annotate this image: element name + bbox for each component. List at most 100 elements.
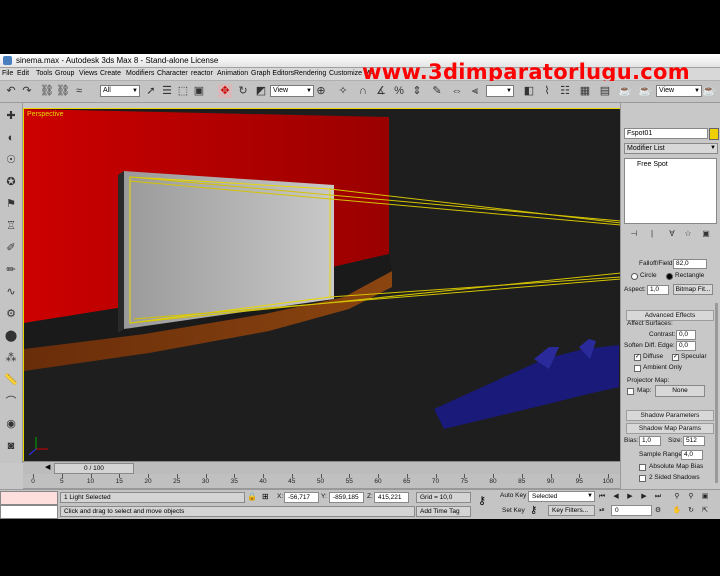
go-to-end-icon[interactable]: ⏭ [653,492,663,501]
gear-icon[interactable]: ⚙ [4,307,18,321]
viewport-label[interactable]: Perspective [27,111,64,118]
remove-modifier-icon[interactable]: ☆ [681,227,695,241]
previous-frame-icon[interactable]: ◀ [611,492,621,501]
particles-icon[interactable]: ⁂ [4,351,18,365]
make-unique-icon[interactable]: ∀ [665,227,679,241]
auto-key-button[interactable]: Auto Key [500,492,526,499]
pan-icon[interactable]: ✋ [672,506,682,515]
zoom-icon[interactable]: ⚲ [672,492,682,501]
key-icon[interactable]: ⚷ [478,494,486,507]
configure-sets-icon[interactable]: ▣ [699,227,713,241]
hierarchy-icon[interactable]: ☉ [4,153,18,167]
menu-character[interactable]: Character [157,70,188,77]
paint-icon[interactable]: ✐ [4,241,18,255]
named-selection-dropdown[interactable]: ▼ [486,85,514,97]
maxscript-listener-white[interactable] [0,505,58,519]
pin-stack-icon[interactable]: ⊣ [627,227,641,241]
schematic-view-icon[interactable]: ☷ [558,84,572,98]
object-color-swatch[interactable] [709,128,719,140]
perspective-viewport[interactable]: Perspective [23,108,622,462]
absolute-mode-icon[interactable]: ⊞ [262,492,269,501]
align-icon[interactable]: ⫷ [468,84,482,98]
modifier-stack[interactable]: Free Spot [624,158,717,224]
specular-checkbox[interactable]: ✓ [672,354,679,361]
menu-modifiers[interactable]: Modifiers [126,70,154,77]
shadow-map-params-rollout[interactable]: Shadow Map Params [626,423,714,434]
menu-reactor[interactable]: reactor [191,70,213,77]
render-area-dropdown[interactable]: View ▼ [656,85,702,97]
set-key-icon[interactable]: ⚷ [530,505,537,516]
rectangle-radio[interactable] [666,273,673,280]
aspect-spinner[interactable]: 1,0 [647,285,669,295]
menu-views[interactable]: Views [79,70,98,77]
track-bar[interactable]: 0 5 10 15 20 25 30 35 40 45 50 55 60 65 70 75 80 85 90 95 10… [23,474,620,489]
select-rotate-icon[interactable]: ↻ [236,84,250,98]
ambient-only-checkbox[interactable] [634,365,641,372]
menu-rendering[interactable]: Rendering [294,70,326,77]
percent-snap-icon[interactable]: % [392,84,406,98]
manipulate-icon[interactable]: ✧ [336,84,350,98]
mirror-icon[interactable]: ⇔ [450,84,464,98]
key-mode-toggle-icon[interactable]: ⏯ [597,506,607,515]
bitmap-fit-button[interactable]: Bitmap Fit... [673,284,713,295]
menu-tools[interactable]: Tools [36,70,52,77]
key-filters-button[interactable]: Key Filters... [548,505,595,516]
window-crossing-icon[interactable]: ▣ [192,84,206,98]
ruler-icon[interactable]: 📏 [4,373,18,387]
quick-render-icon[interactable]: ☕ [618,84,632,98]
maxscript-listener-pink[interactable] [0,491,58,505]
go-to-start-icon[interactable]: ⏮ [597,492,607,501]
set-key-button[interactable]: Set Key [502,507,525,514]
snaps-toggle-icon[interactable]: ∩ [356,84,370,98]
menu-graph-editors[interactable]: Graph Editors [251,70,294,77]
stack-item-free-spot[interactable]: Free Spot [637,161,668,168]
material-icon[interactable]: ⬤ [4,329,18,343]
edit-named-selection-icon[interactable]: ✎ [430,84,444,98]
motion-icon[interactable]: ✪ [4,175,18,189]
undo-icon[interactable]: ↶ [4,84,18,98]
key-mode-dropdown[interactable]: Selected ▼ [528,491,595,502]
spinner-snap-icon[interactable]: ⇕ [410,84,424,98]
size-spinner[interactable]: 512 [683,436,705,446]
eye-icon[interactable]: ◉ [4,417,18,431]
arc-rotate-icon[interactable]: ↻ [686,506,696,515]
unlink-icon[interactable]: ⛓ [56,84,70,98]
current-frame-field[interactable]: 0 [611,505,652,516]
add-time-tag-button[interactable]: Add Time Tag [416,506,471,517]
diffuse-checkbox[interactable]: ✓ [634,354,641,361]
pivot-point-icon[interactable]: ⊕ [314,84,328,98]
select-scale-icon[interactable]: ◩ [254,84,268,98]
utilities-icon[interactable]: ♖ [4,219,18,233]
select-object-icon[interactable]: ➚ [144,84,158,98]
pencil-icon[interactable]: ✏ [4,263,18,277]
menu-group[interactable]: Group [55,70,74,77]
spline-icon[interactable]: ∿ [4,285,18,299]
layer-manager-icon[interactable]: ◧ [522,84,536,98]
angle-snap-icon[interactable]: ∡ [374,84,388,98]
zoom-all-icon[interactable]: ⚲ [686,492,696,501]
menu-edit[interactable]: Edit [17,70,29,77]
display-icon[interactable]: ⚑ [4,197,18,211]
projector-map-button[interactable]: None [655,385,705,397]
select-move-icon[interactable]: ✥ [218,84,232,98]
contrast-spinner[interactable]: 0,0 [676,330,696,340]
two-sided-shadows-checkbox[interactable] [639,475,646,482]
brush-icon[interactable]: ⌒ [4,395,18,409]
bind-space-warp-icon[interactable]: ≈ [72,84,86,98]
lock-selection-icon[interactable]: 🔒 [247,492,257,501]
rectangular-selection-icon[interactable]: ⬚ [176,84,190,98]
show-end-result-icon[interactable]: | [645,227,659,241]
slider-prev-icon[interactable]: ◀ [45,463,50,471]
modify-panel-icon[interactable]: ◐ [4,131,18,145]
render-last-icon[interactable]: ☕ [702,84,716,98]
material-editor-icon[interactable]: ▦ [578,84,592,98]
x-coordinate[interactable]: -56,717 [284,492,319,503]
zoom-extents-icon[interactable]: ▣ [700,492,710,501]
create-panel-icon[interactable]: ✚ [4,109,18,123]
menu-customize[interactable]: Customize [329,70,362,77]
menu-create[interactable]: Create [100,70,121,77]
maximize-viewport-icon[interactable]: ⇱ [700,506,710,515]
render-scene-icon[interactable]: ▤ [598,84,612,98]
object-name-field[interactable]: Fspot01 [624,128,708,139]
menu-animation[interactable]: Animation [217,70,248,77]
